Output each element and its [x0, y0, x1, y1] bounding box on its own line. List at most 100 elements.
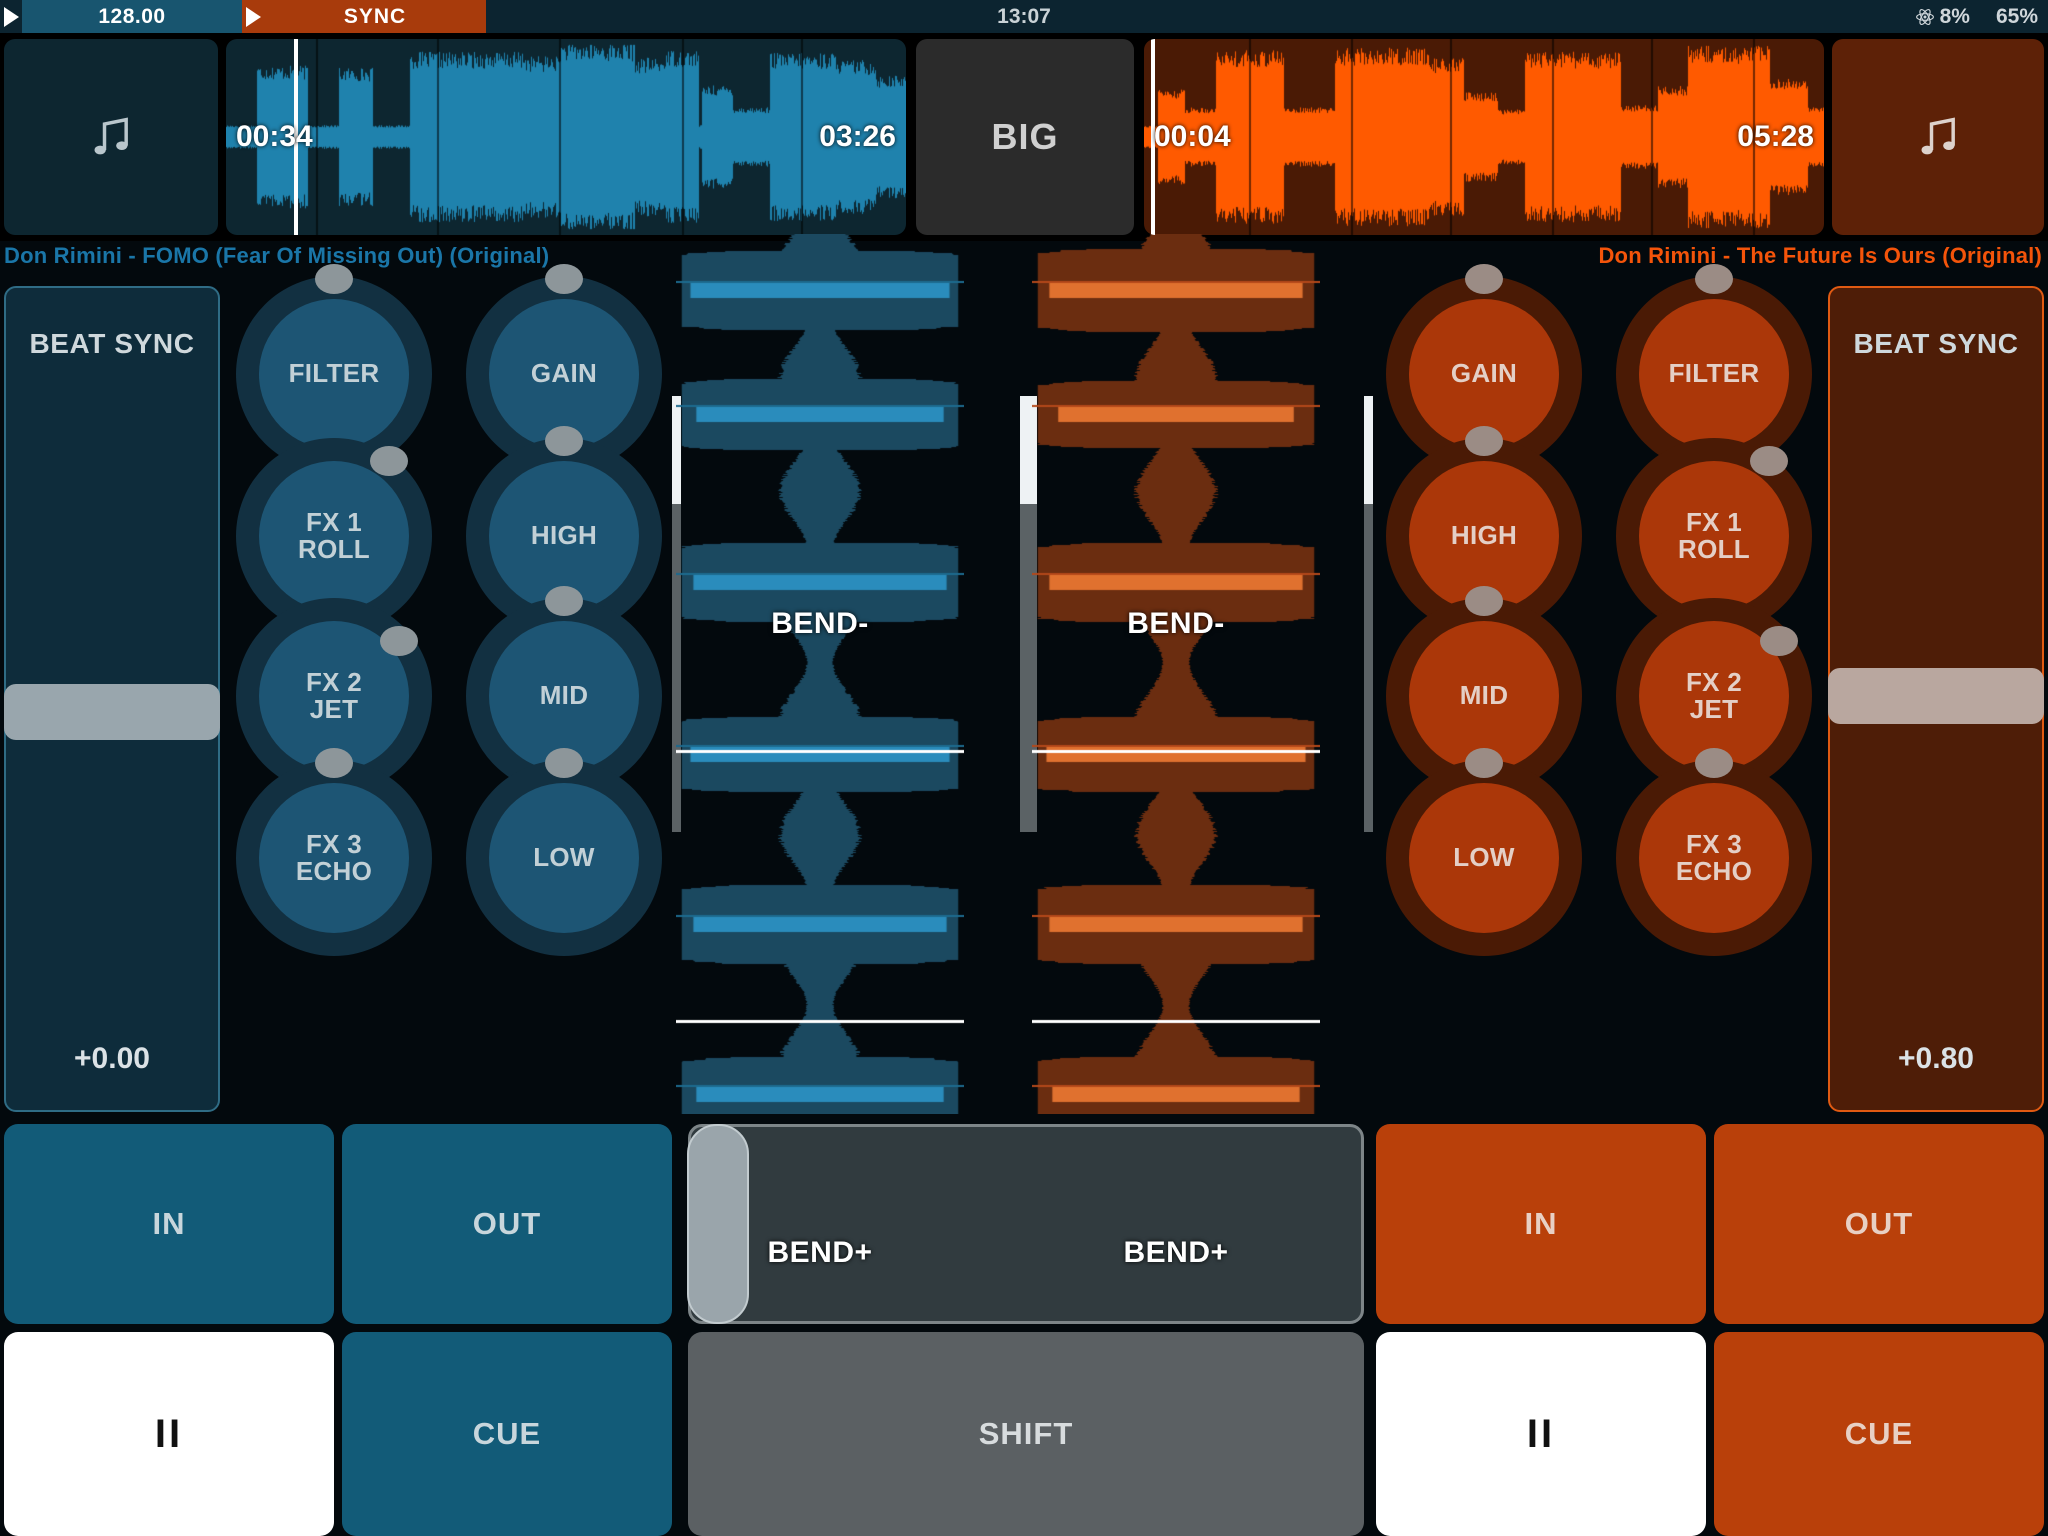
knob-label: FILTER [1668, 358, 1760, 389]
knob-position-indicator [545, 264, 583, 294]
knob-fx-3-echo[interactable]: FX 3 ECHO [1616, 748, 1812, 956]
deck-a-loop-out-button[interactable]: OUT [342, 1124, 672, 1324]
deck-b-waveform-overview[interactable]: 00:04 05:28 [1144, 39, 1824, 235]
knob-label: GAIN [1450, 358, 1518, 389]
knob-position-indicator [1465, 264, 1503, 294]
knob-label: HIGH [530, 520, 598, 551]
deck-a-play-pause-button[interactable]: II [4, 1332, 334, 1536]
knob-cap: FILTER [1639, 299, 1789, 449]
shift-button[interactable]: SHIFT [688, 1332, 1364, 1536]
battery-percent: 65% [1995, 4, 2038, 28]
knob-label: FX 3 ECHO [1675, 828, 1753, 886]
deck-a-beatsync-label: BEAT SYNC [29, 328, 195, 359]
knob-cap: FX 1 ROLL [259, 461, 409, 611]
big-button[interactable]: BIG [916, 39, 1134, 235]
deck-b-pitch-fader[interactable]: BEAT SYNC +0.80 [1828, 286, 2044, 1112]
knob-cap: FX 3 ECHO [1639, 783, 1789, 933]
deck-a-elapsed-time: 00:34 [236, 120, 313, 153]
knob-position-indicator [545, 586, 583, 616]
deck-b-remaining-time: 05:28 [1737, 120, 1814, 153]
deck-b-jog-canvas [1032, 234, 1320, 1114]
deck-b-cue-button[interactable]: CUE [1714, 1332, 2044, 1536]
deck-a-loop-in-button[interactable]: IN [4, 1124, 334, 1324]
deck-b-jog-rail-thumb-2[interactable] [1364, 396, 1373, 504]
knob-position-indicator [1695, 748, 1733, 778]
knob-label: FX 3 ECHO [295, 828, 373, 886]
transport-play-icon-right[interactable] [242, 0, 264, 33]
deck-a-cue-button[interactable]: CUE [342, 1332, 672, 1536]
sync-label: SYNC [343, 4, 407, 28]
deck-a-jog-canvas [676, 234, 964, 1114]
deck-b-fx-knob-column: FILTER FX 1 ROLL FX 2 JET FX 3 ECHO [1616, 264, 1812, 1112]
deck-b-pitch-handle[interactable] [1828, 668, 2044, 724]
knob-position-indicator [380, 626, 418, 656]
deck-a-pause-glyph: II [154, 1411, 184, 1456]
knob-position-indicator [1750, 446, 1788, 476]
clock-value: 13:07 [997, 4, 1051, 28]
deck-b-waveform-canvas [1144, 39, 1824, 235]
knob-position-indicator [545, 748, 583, 778]
deck-b-jog-rail-right[interactable] [1364, 396, 1373, 832]
deck-b-elapsed-time: 00:04 [1154, 120, 1231, 153]
deck-a-fx-knob-column: FILTER FX 1 ROLL FX 2 JET FX 3 ECHO [236, 264, 432, 1112]
crossfader-handle[interactable] [687, 1124, 749, 1324]
battery-indicator: 65% [1996, 5, 2038, 29]
deck-b-loop-out-button[interactable]: OUT [1714, 1124, 2044, 1324]
crossfader[interactable] [687, 1124, 1364, 1324]
knob-label: FX 2 JET [305, 666, 363, 724]
knob-label: FX 1 ROLL [1678, 506, 1750, 564]
sync-button[interactable]: SYNC [264, 0, 486, 33]
knob-cap: LOW [489, 783, 639, 933]
music-note-icon [1921, 117, 1955, 155]
deck-b-artwork[interactable] [1832, 39, 2044, 235]
deck-a-waveform-overview[interactable]: 00:34 03:26 [226, 39, 906, 235]
knob-low[interactable]: LOW [1386, 748, 1582, 956]
deck-b-pitch-value: +0.80 [1898, 1042, 1974, 1075]
deck-b-play-pause-button[interactable]: II [1376, 1332, 1706, 1536]
knob-cap: FX 3 ECHO [259, 783, 409, 933]
knob-cap: FILTER [259, 299, 409, 449]
deck-a-bend-plus-label[interactable]: BEND+ [676, 1236, 964, 1270]
knob-position-indicator [370, 446, 408, 476]
deck-b-eq-knob-column: GAIN HIGH MID LOW [1386, 264, 1582, 1112]
deck-a-track-title: Don Rimini - FOMO (Fear Of Missing Out) … [4, 243, 550, 268]
knob-position-indicator [315, 748, 353, 778]
knob-label: GAIN [530, 358, 598, 389]
knob-fx-3-echo[interactable]: FX 3 ECHO [236, 748, 432, 956]
knob-cap: FX 1 ROLL [1639, 461, 1789, 611]
knob-label: MID [1459, 680, 1509, 711]
deck-b-bend-plus-label[interactable]: BEND+ [1032, 1236, 1320, 1270]
deck-a-eq-knob-column: GAIN HIGH MID LOW [466, 264, 662, 1112]
knob-position-indicator [1465, 426, 1503, 456]
knob-label: FILTER [288, 358, 380, 389]
status-bar: 128.00 SYNC 13:07 8% 65% [0, 0, 2048, 33]
atom-icon [1915, 8, 1934, 25]
cpu-indicator: 8% [1915, 5, 1970, 29]
deck-b-beatsync-label: BEAT SYNC [1853, 328, 2019, 359]
music-note-icon [94, 117, 128, 155]
knob-position-indicator [1695, 264, 1733, 294]
deck-a-pitch-handle[interactable] [4, 684, 220, 740]
knob-low[interactable]: LOW [466, 748, 662, 956]
deck-a-artwork[interactable] [4, 39, 218, 235]
deck-a-pitch-fader[interactable]: BEAT SYNC +0.00 [4, 286, 220, 1112]
play-triangle-icon [3, 6, 19, 27]
knob-position-indicator [545, 426, 583, 456]
deck-a-pitch-value: +0.00 [74, 1042, 150, 1075]
bpm-value: 128.00 [98, 4, 166, 28]
deck-a-remaining-time: 03:26 [819, 120, 896, 153]
bpm-display[interactable]: 128.00 [22, 0, 242, 33]
deck-b-bend-minus-label[interactable]: BEND- [1032, 607, 1320, 641]
transport-play-icon-left[interactable] [0, 0, 22, 33]
deck-b-pause-glyph: II [1526, 1411, 1556, 1456]
deck-b-loop-in-button[interactable]: IN [1376, 1124, 1706, 1324]
knob-label: MID [539, 680, 589, 711]
waveform-strip: 00:34 03:26 BIG 00:04 05:28 [0, 33, 2048, 241]
deck-a-jog-waveform[interactable] [676, 234, 964, 1114]
deck-a-bend-minus-label[interactable]: BEND- [676, 607, 964, 641]
knob-label: HIGH [1450, 520, 1518, 551]
deck-b-track-title: Don Rimini - The Future Is Ours (Origina… [1598, 243, 2042, 268]
cpu-percent: 8% [1939, 4, 1970, 28]
knob-position-indicator [315, 264, 353, 294]
deck-b-jog-waveform[interactable] [1032, 234, 1320, 1114]
